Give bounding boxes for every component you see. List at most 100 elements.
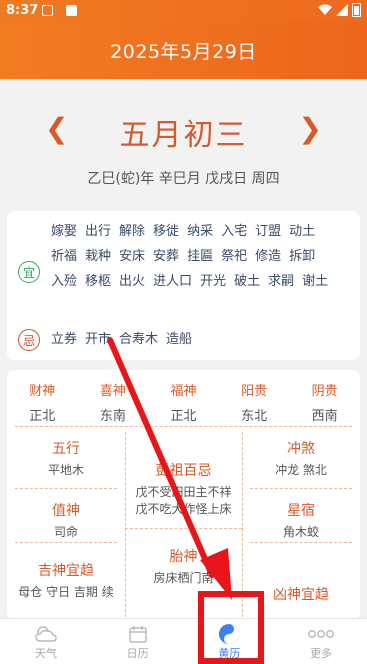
wuxing-value: 平地木	[47, 463, 84, 477]
yi-item: 栽种	[85, 249, 112, 264]
yi-item: 拆卸	[289, 249, 316, 264]
god-dir: 东北	[241, 409, 268, 424]
ji-badge: 忌	[18, 329, 40, 351]
yi-item: 祭祀	[221, 249, 248, 264]
status-time: 8:37	[6, 3, 39, 18]
jishen-cell: 吉神宜趋 母仓 守日 吉期 续	[7, 560, 125, 601]
divider	[250, 488, 352, 489]
god-direction: 福神 正北	[148, 380, 219, 424]
yi-item: 开光	[200, 274, 227, 289]
yi-item: 入宅	[221, 224, 248, 239]
yi-item: 求嗣	[268, 274, 295, 289]
god-name: 喜神	[99, 384, 126, 399]
god-direction: 阳贵 东北	[219, 380, 290, 424]
status-bar: 8:37	[0, 0, 367, 22]
yi-item: 出行	[85, 224, 112, 239]
god-direction: 财神 正北	[7, 380, 78, 424]
god-dir: 正北	[29, 409, 56, 424]
taishen-value: 房床栖门南	[153, 571, 214, 585]
xingxiu-value: 角木蛟	[282, 525, 319, 539]
ji-item: 开市	[85, 332, 112, 347]
jishen-value: 母仓 守日 吉期 续	[18, 585, 114, 599]
yi-item: 祈福	[51, 249, 78, 264]
wuxing-cell: 五行 平地木	[7, 438, 125, 479]
jishen-title: 吉神宜趋	[38, 563, 94, 579]
yiji-card: 宜 嫁娶 出行 解除 移徙 纳采 入宅 订盟 动土祈福 栽种 安床 安葬 挂匾 祭祀 修造 拆卸入殓 移柩 出火…	[7, 211, 360, 360]
yi-item: 动土	[289, 224, 316, 239]
divider	[15, 426, 352, 427]
annotation-box	[198, 591, 264, 664]
status-icons	[318, 3, 361, 17]
zhishen-title: 值神	[52, 503, 80, 519]
yi-item: 进人口	[153, 274, 193, 289]
yi-item: 移柩	[85, 274, 112, 289]
ganzhi-date: 乙巳(蛇)年 辛巳月 戊戌日 周四	[87, 171, 280, 187]
wuxing-title: 五行	[52, 441, 80, 457]
ji-list: 立券 开市 合寿木 造船	[51, 328, 200, 347]
god-direction: 阴贵 西南	[289, 380, 360, 424]
notification-icon	[66, 5, 77, 16]
god-name: 阴贵	[311, 384, 338, 399]
bottom-tab-bar: 天气 日历 黄历 更多	[0, 618, 367, 664]
yi-list: 嫁娶 出行 解除 移徙 纳采 入宅 订盟 动土祈福 栽种 安床 安葬 挂匾 祭祀 修造 拆卸入殓 移柩 出火 进人…	[51, 219, 351, 294]
wifi-icon	[318, 4, 332, 15]
xingxiu-title: 星宿	[287, 503, 315, 519]
chongsha-title: 冲煞	[287, 441, 315, 457]
tab-weather[interactable]: 天气	[0, 619, 92, 664]
god-direction: 喜神 东南	[78, 380, 149, 424]
ji-item: 造船	[166, 332, 193, 347]
yi-item: 谢土	[302, 274, 329, 289]
chongsha-cell: 冲煞 冲龙 煞北	[242, 438, 360, 479]
tab-more[interactable]: 更多	[275, 619, 367, 664]
tab-calendar[interactable]: 日历	[92, 619, 184, 664]
tab-calendar-label: 日历	[126, 647, 149, 660]
ji-item: 合寿木	[119, 332, 159, 347]
battery-icon	[352, 3, 361, 17]
divider	[125, 528, 242, 529]
god-name: 阳贵	[241, 384, 268, 399]
yi-item: 安葬	[153, 249, 180, 264]
pengzu-line2: 戊不吃犬作怪上床	[135, 502, 232, 516]
chongsha-value: 冲龙 煞北	[275, 463, 327, 477]
gods-row: 财神 正北 喜神 东南 福神 正北 阳贵 东北 阴贵 西南	[7, 380, 360, 424]
god-dir: 东南	[99, 409, 126, 424]
tab-weather-label: 天气	[34, 647, 57, 660]
god-dir: 正北	[170, 409, 197, 424]
date-navigator: ❮ 五月初三 ❯ 乙巳(蛇)年 辛巳月 戊戌日 周四	[0, 100, 367, 200]
notification-icon	[42, 5, 53, 16]
yi-item: 出火	[119, 274, 146, 289]
pengzu-line1: 戊不受田田主不祥	[135, 485, 232, 499]
ji-item: 立券	[51, 332, 78, 347]
yi-item: 修造	[255, 249, 282, 264]
calendar-icon	[92, 623, 184, 645]
taishen-cell: 胎神 房床栖门南	[125, 546, 242, 587]
taishen-title: 胎神	[169, 549, 198, 565]
yi-item: 挂匾	[187, 249, 214, 264]
weather-icon	[0, 623, 92, 645]
god-dir: 西南	[311, 409, 338, 424]
zhishen-value: 司命	[53, 525, 78, 539]
yi-item: 安床	[119, 249, 146, 264]
god-name: 财神	[29, 384, 56, 399]
divider	[250, 542, 352, 543]
yi-item: 订盟	[255, 224, 282, 239]
yi-item: 移徙	[153, 224, 180, 239]
signal-icon	[336, 4, 348, 16]
yi-item: 嫁娶	[51, 224, 78, 239]
more-icon	[275, 623, 367, 645]
yi-badge: 宜	[18, 261, 40, 283]
yi-item: 纳采	[187, 224, 214, 239]
almanac-grid: 财神 正北 喜神 东南 福神 正北 阳贵 东北 阴贵 西南 五行 平地木 彭祖百忌 戊不受田田主不…	[7, 370, 360, 620]
pengzu-title: 彭祖百忌	[155, 463, 212, 479]
page-title: 2025年5月29日	[0, 22, 367, 79]
xingxiu-cell: 星宿 角木蛟	[242, 500, 360, 541]
zhishen-cell: 值神 司命	[7, 500, 125, 541]
chevron-right-icon[interactable]: ❯	[299, 112, 322, 145]
divider	[15, 542, 117, 543]
god-name: 福神	[170, 384, 197, 399]
yi-item: 入殓	[51, 274, 78, 289]
divider	[15, 488, 117, 489]
tab-more-label: 更多	[310, 647, 333, 660]
yi-item: 破土	[234, 274, 261, 289]
pengzu-cell: 彭祖百忌 戊不受田田主不祥 戊不吃犬作怪上床	[125, 460, 242, 518]
